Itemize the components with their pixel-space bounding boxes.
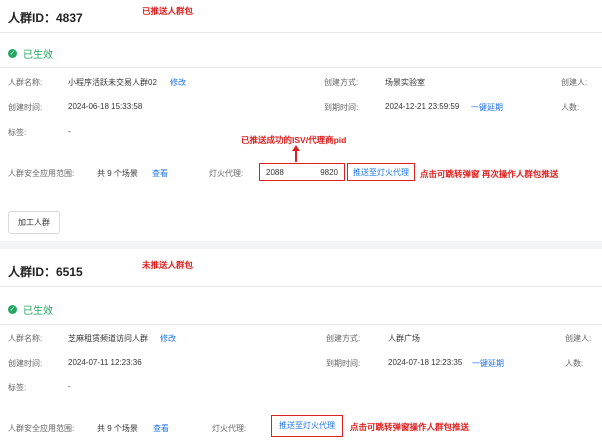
expire-value: 2024-12-21 23:59:59 bbox=[385, 102, 460, 111]
view-scope-link[interactable]: 查看 bbox=[152, 168, 168, 179]
process-crowd-button[interactable]: 加工人群 bbox=[8, 211, 60, 234]
method-label: 创建方式: bbox=[326, 334, 361, 343]
agent-id-right: 9820 bbox=[320, 167, 338, 177]
expire-value: 2024-07-18 12:23:35 bbox=[388, 358, 463, 367]
agent-label: 灯火代理: bbox=[212, 424, 247, 433]
push-to-agent-button[interactable]: 推送至灯火代理 bbox=[271, 415, 343, 437]
scope-label: 人群安全应用范围: bbox=[8, 169, 75, 178]
method-value: 人群广场 bbox=[388, 334, 420, 343]
tags-label: 标签: bbox=[8, 383, 27, 392]
edit-name-link[interactable]: 修改 bbox=[160, 333, 176, 344]
name-label: 人群名称: bbox=[8, 334, 43, 343]
expire-label: 到期时间: bbox=[326, 359, 361, 368]
scope-label: 人群安全应用范围: bbox=[8, 424, 75, 433]
annotation-push: 点击可跳转弹窗操作人群包推送 bbox=[350, 422, 470, 432]
status-badge: ✓ 已生效 bbox=[8, 302, 53, 317]
extend-link[interactable]: 一键延期 bbox=[472, 358, 504, 369]
annotation-not-pushed: 未推送人群包 bbox=[142, 260, 194, 270]
created-value: 2024-07-11 12:23:36 bbox=[68, 358, 142, 367]
creator-label: 创建人: bbox=[561, 78, 588, 87]
status-badge: ✓ 已生效 bbox=[8, 46, 53, 61]
method-value: 场景实验室 bbox=[385, 78, 425, 87]
divider bbox=[0, 32, 602, 33]
check-circle-icon: ✓ bbox=[8, 49, 17, 58]
divider bbox=[0, 67, 602, 68]
divider bbox=[0, 324, 602, 325]
tags-value: - bbox=[68, 127, 71, 136]
created-value: 2024-06-18 15:33:58 bbox=[68, 102, 143, 111]
agent-pid-box: 2088 9820 bbox=[259, 163, 345, 181]
view-scope-link[interactable]: 查看 bbox=[153, 423, 169, 434]
scope-value: 共 9 个场景 bbox=[97, 424, 138, 433]
crowd-id-title: 人群ID：6515 bbox=[8, 265, 83, 279]
extend-link[interactable]: 一键延期 bbox=[471, 102, 503, 113]
method-label: 创建方式: bbox=[324, 78, 359, 87]
tags-label: 标签: bbox=[8, 128, 27, 137]
divider bbox=[0, 286, 602, 287]
count-label: 人数: bbox=[565, 359, 584, 368]
card-separator bbox=[0, 241, 602, 249]
crowd-id-title: 人群ID：4837 bbox=[8, 11, 83, 25]
name-value: 小程序活跃未交易人群02 bbox=[68, 78, 157, 87]
status-text: 已生效 bbox=[23, 50, 53, 61]
count-label: 人数: bbox=[561, 103, 580, 112]
annotation-pushed: 已推送人群包 bbox=[142, 6, 194, 16]
status-text: 已生效 bbox=[23, 306, 53, 317]
arrow-stem bbox=[295, 151, 297, 162]
creator-label: 创建人: bbox=[565, 334, 592, 343]
created-label: 创建时间: bbox=[8, 359, 43, 368]
annotation-push-again: 点击可跳转弹窗 再次操作人群包推送 bbox=[420, 169, 559, 179]
created-label: 创建时间: bbox=[8, 103, 43, 112]
edit-name-link[interactable]: 修改 bbox=[170, 77, 186, 88]
agent-label: 灯火代理: bbox=[209, 169, 244, 178]
name-label: 人群名称: bbox=[8, 78, 43, 87]
expire-label: 到期时间: bbox=[324, 103, 359, 112]
agent-id-left: 2088 bbox=[266, 167, 284, 177]
check-circle-icon: ✓ bbox=[8, 305, 17, 314]
scope-value: 共 9 个场景 bbox=[97, 169, 138, 178]
name-value: 芝麻租赁频道访问人群 bbox=[68, 334, 148, 343]
tags-value: - bbox=[68, 382, 71, 391]
push-to-agent-button[interactable]: 推送至灯火代理 bbox=[347, 163, 415, 181]
